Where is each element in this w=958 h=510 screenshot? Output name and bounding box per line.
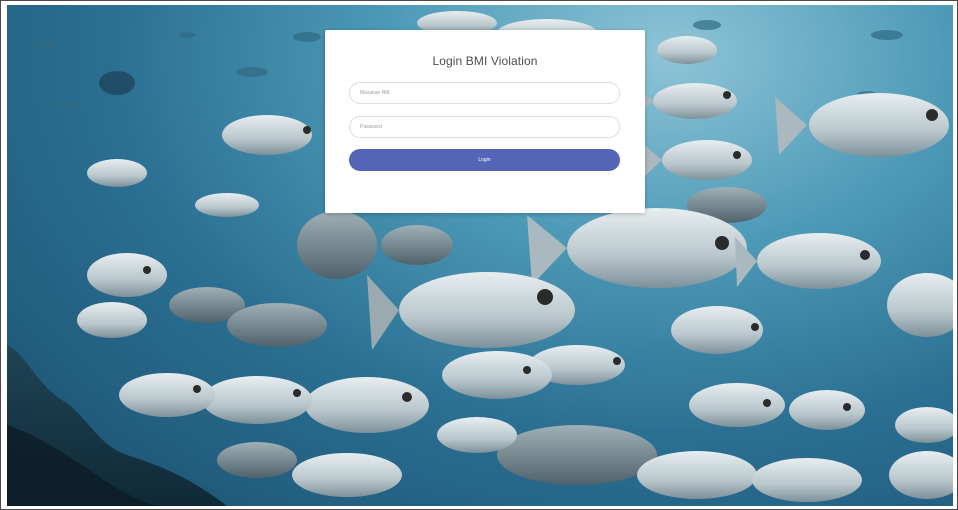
username-input[interactable] <box>349 82 620 104</box>
screenshot-frame: Login BMI Violation Login <box>0 0 958 510</box>
login-card: Login BMI Violation Login <box>325 30 645 213</box>
login-button[interactable]: Login <box>349 149 620 171</box>
login-title: Login BMI Violation <box>432 54 538 68</box>
password-input[interactable] <box>349 116 620 138</box>
